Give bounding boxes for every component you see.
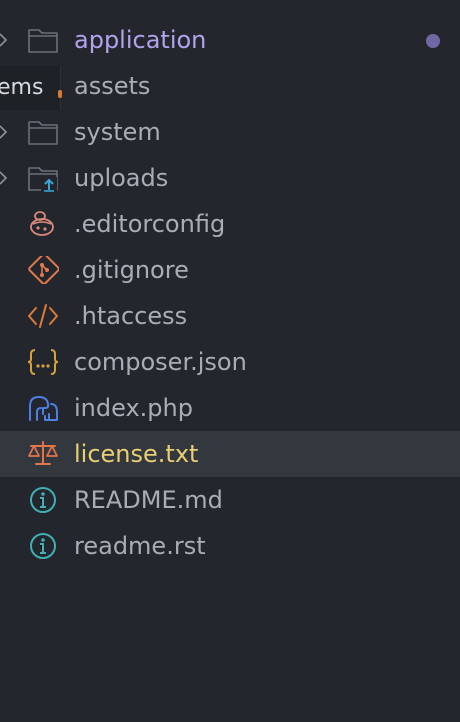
tree-item-uploads[interactable]: uploads: [0, 155, 460, 201]
editorconfig-icon: [30, 211, 54, 236]
json-braces-icon: [27, 349, 59, 375]
new-file-icon[interactable]: [308, 0, 328, 6]
folder-upload-icon: [28, 167, 58, 192]
tree-item-readme-md[interactable]: README.md: [0, 477, 460, 523]
tree-item-label: uploads: [74, 164, 169, 192]
php-elephant-icon: [29, 396, 58, 421]
new-folder-icon[interactable]: [346, 0, 366, 6]
tree-item-label: assets: [74, 72, 151, 100]
git-icon: [28, 256, 59, 284]
chevron-right-icon[interactable]: [0, 169, 12, 187]
refresh-icon[interactable]: [384, 0, 404, 6]
license-scale-icon: [28, 441, 58, 465]
tooltip-text: ems: [0, 75, 44, 100]
tree-item-readme-rst[interactable]: readme.rst: [0, 523, 460, 569]
tree-item-label: system: [74, 118, 161, 146]
chevron-right-icon[interactable]: [0, 31, 12, 49]
tree-item-label: .htaccess: [74, 302, 188, 330]
tree-item-license-txt[interactable]: license.txt: [0, 431, 460, 477]
folder-icon: [28, 29, 58, 53]
tree-item-label: license.txt: [74, 440, 199, 468]
tree-item-application[interactable]: application: [0, 17, 460, 63]
tree-item-label: README.md: [74, 486, 223, 514]
tree-item-gitignore[interactable]: .gitignore: [0, 247, 460, 293]
tree-item-label: index.php: [74, 394, 193, 422]
info-icon: [30, 533, 56, 559]
tree-item-system[interactable]: system: [0, 109, 460, 155]
tree-item-label: composer.json: [74, 348, 247, 376]
info-icon: [30, 487, 56, 513]
tree-item-htaccess[interactable]: .htaccess: [0, 293, 460, 339]
tree-item-label: .editorconfig: [74, 210, 226, 238]
explorer-toolbar: [308, 0, 442, 6]
file-explorer: application assets system uploads .edito…: [0, 0, 460, 722]
tree-item-label: readme.rst: [74, 532, 206, 560]
chevron-right-icon[interactable]: [0, 123, 12, 141]
tree-item-label: .gitignore: [74, 256, 189, 284]
tree-item-editorconfig[interactable]: .editorconfig: [0, 201, 460, 247]
tooltip: ems: [0, 66, 61, 110]
tooltip-pointer: [58, 90, 62, 98]
code-icon: [28, 304, 58, 328]
tree-item-index-php[interactable]: index.php: [0, 385, 460, 431]
tree-item-assets[interactable]: assets: [0, 63, 460, 109]
folder-icon: [28, 121, 58, 145]
tree-item-composer-json[interactable]: composer.json: [0, 339, 460, 385]
collapse-all-icon[interactable]: [422, 0, 442, 6]
tree-item-label: application: [74, 26, 207, 54]
modified-indicator: [426, 34, 440, 48]
